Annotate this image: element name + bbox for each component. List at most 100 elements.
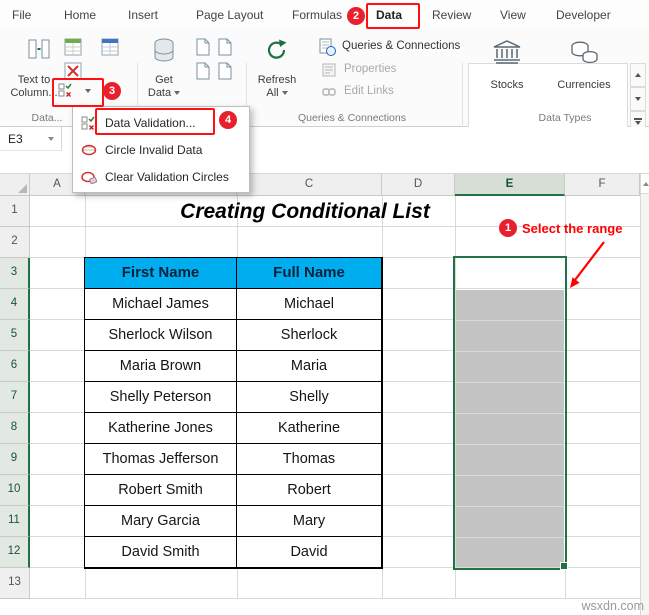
scrollbar-up-button[interactable] <box>640 174 649 194</box>
annotation-badge-4: 4 <box>219 111 237 129</box>
triangle-down-icon <box>635 121 641 125</box>
chevron-down-icon <box>85 89 91 93</box>
text-to-columns-button[interactable]: Text to Column... <box>4 36 64 114</box>
table-cell[interactable]: Maria <box>237 351 382 382</box>
tab-formulas[interactable]: Formulas <box>292 8 342 22</box>
row-header-8[interactable]: 8 <box>0 413 30 444</box>
tab-review[interactable]: Review <box>432 8 471 22</box>
queries-connections-button[interactable]: Queries & Connections <box>318 38 460 58</box>
get-data-button[interactable]: Get Data <box>138 36 190 114</box>
annotation-arrow <box>570 241 605 288</box>
refresh-all-button[interactable]: Refresh All <box>248 36 306 114</box>
bank-icon <box>492 39 522 65</box>
table-cell[interactable]: Michael <box>237 289 382 320</box>
menu-item-circle-invalid-data[interactable]: Circle Invalid Data <box>73 136 249 163</box>
row-header-7[interactable]: 7 <box>0 382 30 413</box>
table-cell[interactable]: Thomas <box>237 444 382 475</box>
table-cell[interactable]: Sherlock Wilson <box>85 320 237 351</box>
recent-sources-icon[interactable] <box>218 62 232 80</box>
from-table-icon[interactable] <box>196 62 210 80</box>
table-header-first-name[interactable]: First Name <box>85 258 237 289</box>
consolidate-icon[interactable] <box>64 62 82 80</box>
name-box-chevron-icon[interactable] <box>48 137 54 141</box>
tab-insert[interactable]: Insert <box>128 8 158 22</box>
table-cell[interactable]: Robert Smith <box>85 475 237 506</box>
tab-data[interactable]: Data <box>376 8 402 22</box>
edit-links-label: Edit Links <box>344 85 394 97</box>
edit-links-button: Edit Links <box>320 84 440 102</box>
gallery-scroll-up-button[interactable] <box>630 63 646 87</box>
chevron-down-icon <box>281 91 288 96</box>
get-data-label: Get Data <box>138 74 190 100</box>
row-header-9[interactable]: 9 <box>0 444 30 475</box>
table-cell[interactable]: Michael James <box>85 289 237 320</box>
currencies-label: Currencies <box>557 79 611 91</box>
table-cell[interactable]: Thomas Jefferson <box>85 444 237 475</box>
triangle-down-icon <box>635 97 641 101</box>
table-cell[interactable]: David Smith <box>85 537 237 568</box>
table-cell[interactable]: Robert <box>237 475 382 506</box>
watermark: wsxdn.com <box>581 599 644 613</box>
excel-window: File Home Insert Page Layout Formulas Da… <box>0 0 649 615</box>
text-to-columns-label: Text to Column... <box>4 74 64 100</box>
remove-duplicates-icon[interactable] <box>101 38 119 56</box>
selected-range-fill[interactable] <box>456 290 564 567</box>
triangle-up-icon <box>642 182 649 186</box>
menu-item-label: Data Validation... <box>105 115 196 130</box>
refresh-all-label: Refresh All <box>248 74 306 100</box>
row-header-12[interactable]: 12 <box>0 537 30 568</box>
names-table: First Name Full Name Michael James Micha… <box>84 257 383 569</box>
row-header-11[interactable]: 11 <box>0 506 30 537</box>
row-header-6[interactable]: 6 <box>0 351 30 382</box>
group-label-data-tools: Data... <box>31 112 63 124</box>
table-header-full-name[interactable]: Full Name <box>237 258 382 289</box>
table-cell[interactable]: David <box>237 537 382 568</box>
clear-validation-circles-icon <box>81 169 98 185</box>
data-validation-ribbon-button[interactable] <box>56 80 100 102</box>
col-header-e[interactable]: E <box>455 174 565 196</box>
sheet-title-cell[interactable]: Creating Conditional List <box>110 197 500 226</box>
col-header-c[interactable]: C <box>237 174 382 196</box>
select-all-corner[interactable] <box>0 174 30 196</box>
more-bar-icon <box>634 118 642 120</box>
tab-developer[interactable]: Developer <box>556 8 611 22</box>
edit-links-icon <box>322 85 336 99</box>
table-cell[interactable]: Mary <box>237 506 382 537</box>
from-web-icon[interactable] <box>218 38 232 56</box>
flash-fill-icon[interactable] <box>64 38 82 56</box>
table-cell[interactable]: Sherlock <box>237 320 382 351</box>
row-header-2[interactable]: 2 <box>0 227 30 258</box>
fill-handle[interactable] <box>560 562 568 570</box>
tab-file[interactable]: File <box>12 8 31 22</box>
row-header-1[interactable]: 1 <box>0 196 30 227</box>
menu-item-label: Circle Invalid Data <box>105 142 203 157</box>
select-the-range-label: Select the range <box>522 221 623 236</box>
from-text-icon[interactable] <box>196 38 210 56</box>
gallery-scroll-down-button[interactable] <box>630 87 646 111</box>
table-cell[interactable]: Shelly Peterson <box>85 382 237 413</box>
table-cell[interactable]: Katherine Jones <box>85 413 237 444</box>
currencies-button[interactable]: Currencies <box>552 37 616 97</box>
queries-connections-icon <box>318 38 336 56</box>
table-cell[interactable]: Katherine <box>237 413 382 444</box>
row-header-5[interactable]: 5 <box>0 320 30 351</box>
data-validation-icon <box>81 115 97 131</box>
tab-page-layout[interactable]: Page Layout <box>196 8 263 22</box>
table-cell[interactable]: Mary Garcia <box>85 506 237 537</box>
row-header-4[interactable]: 4 <box>0 289 30 320</box>
row-header-13[interactable]: 13 <box>0 568 30 599</box>
text-to-columns-icon <box>28 38 50 60</box>
row-header-10[interactable]: 10 <box>0 475 30 506</box>
table-cell[interactable]: Maria Brown <box>85 351 237 382</box>
stocks-button[interactable]: Stocks <box>478 37 536 97</box>
tab-view[interactable]: View <box>500 8 526 22</box>
col-header-d[interactable]: D <box>382 174 455 196</box>
col-header-f[interactable]: F <box>565 174 640 196</box>
select-all-triangle-icon <box>18 184 27 193</box>
vertical-scrollbar[interactable] <box>640 174 649 615</box>
menu-item-clear-validation-circles[interactable]: Clear Validation Circles <box>73 163 249 190</box>
annotation-badge-2: 2 <box>347 7 365 25</box>
table-cell[interactable]: Shelly <box>237 382 382 413</box>
tab-home[interactable]: Home <box>64 8 96 22</box>
row-header-3[interactable]: 3 <box>0 258 30 289</box>
